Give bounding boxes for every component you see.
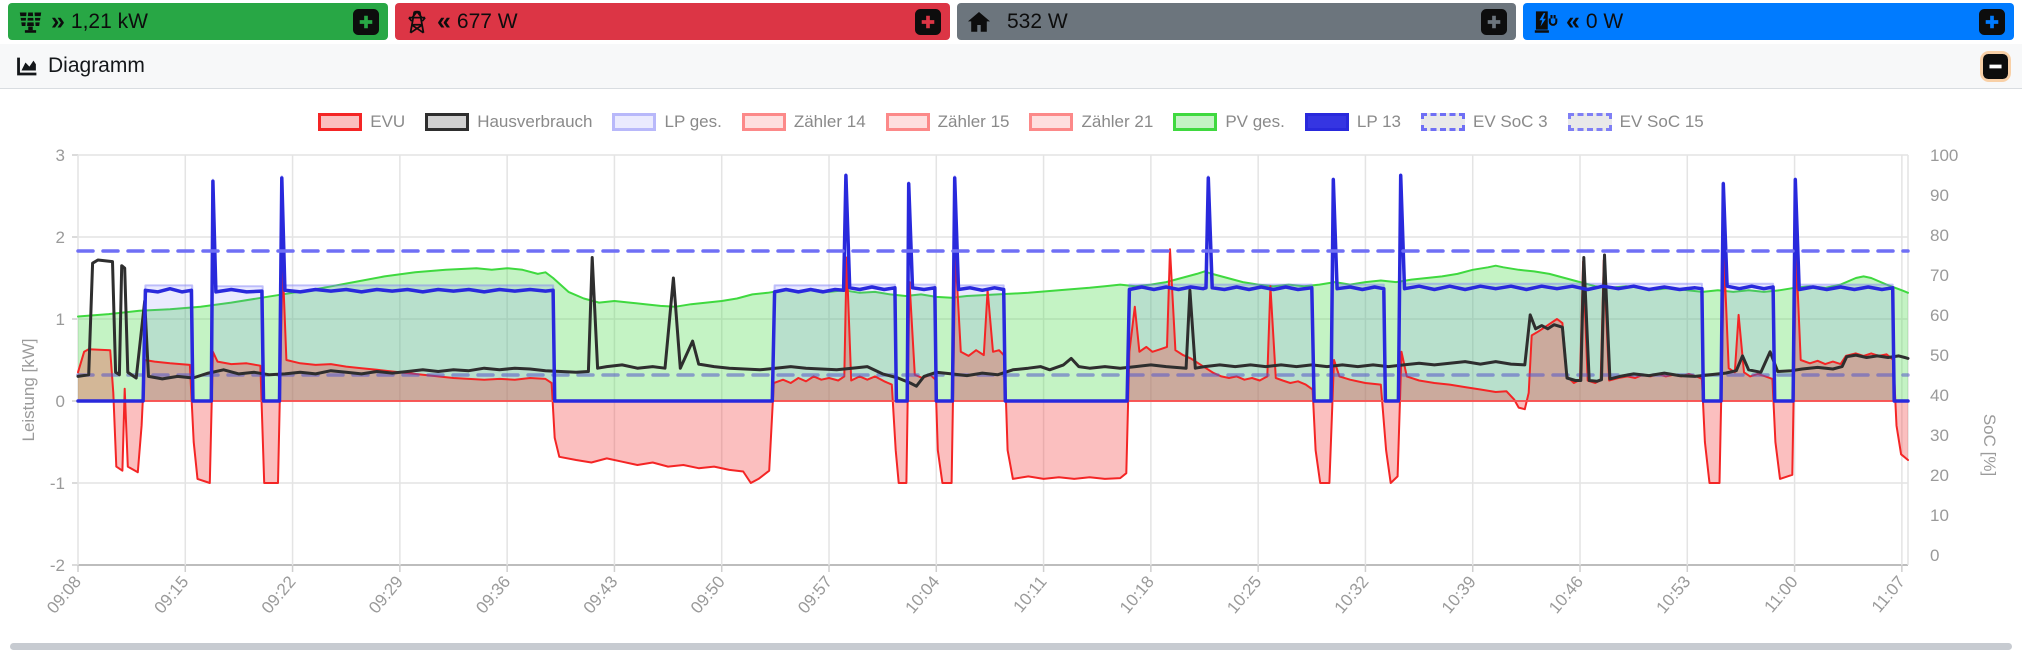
x-axis-tick: 10:04 (901, 572, 943, 617)
right-axis-tick: 80 (1930, 226, 1949, 245)
right-axis-tick: 40 (1930, 386, 1949, 405)
left-axis-tick: 0 (56, 392, 65, 411)
area-chart-icon (14, 54, 39, 79)
right-axis-tick: 20 (1930, 466, 1949, 485)
left-axis-tick: 1 (56, 310, 65, 329)
x-axis-tick: 09:50 (687, 572, 729, 617)
horizontal-scrollbar[interactable] (10, 643, 2012, 650)
chart-canvas: 3210-1-209:08 09:15 09:22 09:29 09:36 09:43 09… (43, 146, 1958, 617)
expand-pv-button[interactable] (353, 8, 379, 35)
status-tile-bar: » 1,21 kW « 677 W 532 W « 0 W (8, 3, 2014, 40)
solar-panel-icon (17, 8, 44, 35)
pv-power-value: 1,21 kW (70, 9, 148, 33)
x-axis-tick: 10:32 (1331, 572, 1373, 617)
flow-left-chevrons: « (1566, 7, 1580, 35)
tile-house-power[interactable]: 532 W (957, 3, 1516, 40)
x-axis-tick: 10:18 (1116, 572, 1158, 617)
tile-pv-power[interactable]: » 1,21 kW (8, 3, 388, 40)
left-axis-title: Leistung [kW] (19, 338, 38, 442)
x-axis-tick: 11:00 (1761, 572, 1802, 616)
right-axis-tick: 100 (1930, 146, 1958, 165)
left-axis-tick: 3 (56, 146, 65, 165)
flow-right-chevrons: » (51, 7, 65, 35)
right-axis-tick: 50 (1930, 346, 1949, 365)
house-icon (966, 9, 992, 35)
left-axis-tick: -2 (50, 556, 65, 575)
x-axis-tick: 09:15 (150, 572, 192, 617)
diagram-section-header[interactable]: Diagramm (0, 44, 2022, 89)
tile-grid-power[interactable]: « 677 W (395, 3, 950, 40)
x-axis-tick: 10:25 (1223, 572, 1265, 617)
x-axis-tick: 11:07 (1868, 572, 1909, 616)
tile-chargepoint-power[interactable]: « 0 W (1523, 3, 2014, 40)
x-axis-tick: 09:22 (258, 572, 300, 617)
right-axis-tick: 10 (1930, 506, 1949, 525)
power-tower-icon (404, 9, 430, 35)
x-axis-tick: 10:53 (1652, 572, 1694, 617)
left-axis-tick: -1 (50, 474, 65, 493)
x-axis-tick: 09:29 (365, 572, 407, 617)
x-axis-tick: 10:39 (1438, 572, 1480, 617)
power-diagram: EVU Hausverbrauch LP ges. Zähler 14 Zähler 1… (0, 90, 2022, 651)
x-axis-tick: 10:11 (1010, 572, 1051, 616)
flow-left-chevrons: « (437, 7, 451, 35)
charge-station-icon (1532, 8, 1559, 35)
chargepoint-power-value: 0 W (1585, 9, 1624, 33)
grid-power-value: 677 W (456, 9, 518, 33)
x-axis-tick: 09:57 (794, 572, 836, 617)
right-axis-tick: 60 (1930, 306, 1949, 325)
expand-chargepoint-button[interactable] (1979, 8, 2005, 35)
right-axis-tick: 0 (1930, 546, 1939, 565)
x-axis-tick: 09:36 (472, 572, 514, 617)
right-axis-tick: 70 (1930, 266, 1949, 285)
left-axis-tick: 2 (56, 228, 65, 247)
x-axis-tick: 09:43 (580, 572, 622, 617)
expand-house-button[interactable] (1481, 8, 1507, 35)
right-axis-tick: 30 (1930, 426, 1949, 445)
right-axis-tick: 90 (1930, 186, 1949, 205)
house-power-value: 532 W (1007, 9, 1068, 33)
expand-grid-button[interactable] (915, 8, 941, 35)
collapse-diagram-button[interactable] (1983, 53, 2008, 79)
x-axis-tick: 09:08 (43, 572, 85, 617)
x-axis-tick: 10:46 (1545, 572, 1587, 617)
right-axis-title: SoC [%] (1980, 413, 1999, 477)
section-title: Diagramm (48, 54, 145, 77)
